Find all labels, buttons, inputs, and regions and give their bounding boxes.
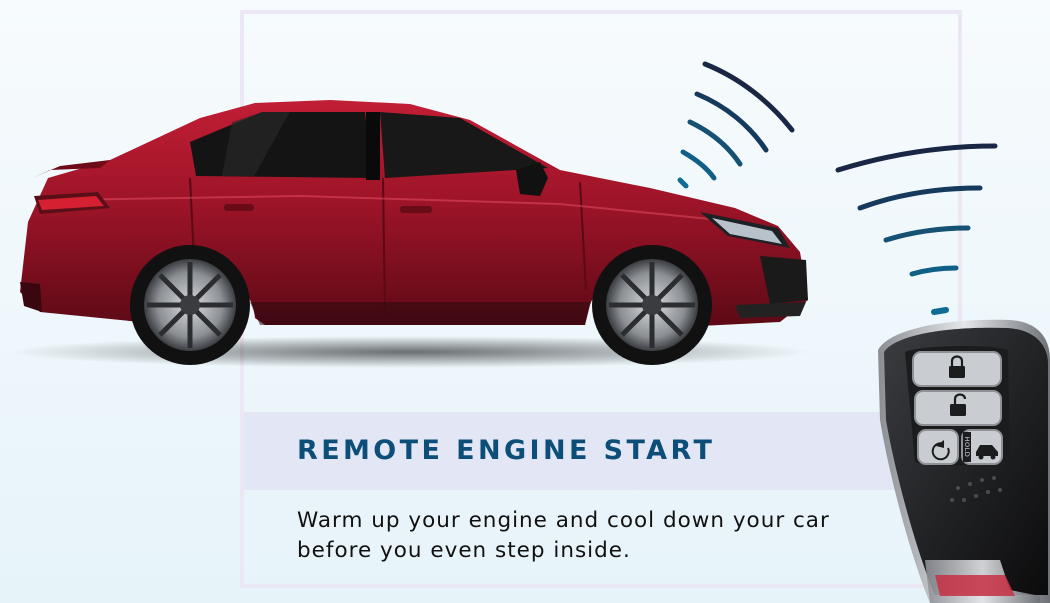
hold-label: HOLD bbox=[963, 437, 971, 458]
feature-title: REMOTE ENGINE START bbox=[297, 435, 716, 466]
feature-description: Warm up your engine and cool down your c… bbox=[297, 508, 830, 563]
